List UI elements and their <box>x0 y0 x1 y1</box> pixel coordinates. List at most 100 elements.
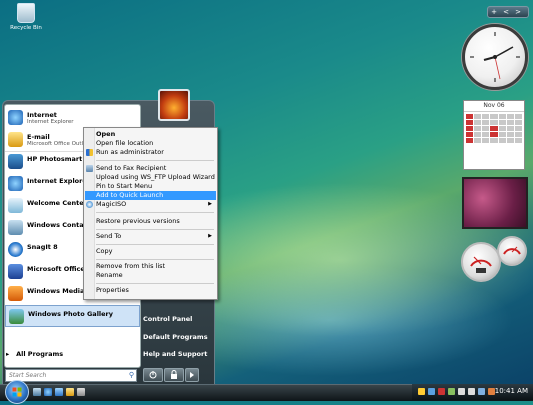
media-player-icon <box>8 286 23 301</box>
shield-icon <box>86 149 93 156</box>
default-programs-link[interactable]: Default Programs <box>142 329 211 345</box>
tray-icon[interactable] <box>418 388 425 395</box>
menu-item-label: Send To <box>96 232 122 240</box>
calendar-day <box>490 114 498 119</box>
recent-item-photo-gallery[interactable]: Windows Photo Gallery <box>5 305 140 327</box>
calendar-day <box>466 120 474 125</box>
add-gadget-button[interactable]: + <box>488 7 500 17</box>
submenu-arrow-icon: ▶ <box>208 201 212 207</box>
calendar-day <box>490 120 498 125</box>
menu-item-remove-from-list[interactable]: Remove from this list <box>85 262 216 271</box>
calendar-day <box>482 132 490 137</box>
tray-icon[interactable] <box>438 388 445 395</box>
system-tray: 10:41 AM <box>412 384 533 400</box>
calendar-day <box>482 120 490 125</box>
calendar-day <box>514 120 522 125</box>
search-icon: ⚲ <box>128 371 134 379</box>
menu-item-copy[interactable]: Copy <box>85 247 216 256</box>
calendar-day <box>498 126 506 131</box>
snagit-icon <box>8 242 23 257</box>
internet-explorer-quicklaunch-icon[interactable] <box>44 388 52 396</box>
network-icon[interactable] <box>458 388 465 395</box>
hp-photosmart-icon <box>8 154 23 169</box>
calendar-day <box>482 138 490 143</box>
calendar-month: Nov 06 <box>464 101 524 112</box>
menu-separator <box>96 244 214 245</box>
calendar-grid <box>464 112 524 145</box>
clock-time[interactable]: 10:41 AM <box>495 387 528 395</box>
menu-item-open-file-location[interactable]: Open file location <box>85 139 216 148</box>
calendar-day <box>466 132 474 137</box>
pinned-item-title: Internet <box>27 111 57 119</box>
menu-item-ws-ftp-upload[interactable]: Upload using WS_FTP Upload Wizard <box>85 173 216 182</box>
calendar-day <box>514 114 522 119</box>
arrow-right-icon <box>190 372 194 378</box>
tray-icon[interactable] <box>448 388 455 395</box>
menu-item-label: Restore previous versions <box>96 217 180 225</box>
all-programs-button[interactable]: ▸ All Programs <box>6 350 136 362</box>
internet-explorer-icon <box>8 110 23 125</box>
help-and-support-link[interactable]: Help and Support <box>142 346 211 362</box>
sidebar-controls: + < > <box>487 6 529 18</box>
menu-item-add-to-quick-launch[interactable]: Add to Quick Launch <box>85 191 216 200</box>
quicklaunch-app-icon[interactable] <box>77 388 85 396</box>
word-icon <box>8 264 23 279</box>
slideshow-gadget[interactable] <box>462 177 528 229</box>
clock-gadget[interactable] <box>462 24 528 90</box>
menu-item-open[interactable]: Open <box>85 130 216 139</box>
menu-item-label: Open file location <box>96 139 154 147</box>
fax-icon <box>86 165 93 172</box>
menu-item-label: MagicISO <box>96 200 127 208</box>
menu-item-properties[interactable]: Properties <box>85 286 216 295</box>
lock-button[interactable] <box>164 368 184 382</box>
start-button[interactable] <box>5 380 29 404</box>
menu-separator <box>96 212 214 213</box>
menu-separator <box>96 229 214 230</box>
cpu-meter-gadget[interactable] <box>461 236 527 284</box>
calendar-day <box>498 120 506 125</box>
search-placeholder: Start Search <box>9 372 47 379</box>
contacts-icon <box>8 220 23 235</box>
calendar-day <box>498 138 506 143</box>
menu-item-send-to[interactable]: Send To ▶ <box>85 232 216 241</box>
user-account-picture[interactable] <box>158 89 190 121</box>
volume-icon[interactable] <box>468 388 475 395</box>
switch-windows-icon[interactable] <box>55 388 63 396</box>
show-desktop-icon[interactable] <box>33 388 41 396</box>
next-gadgets-button[interactable]: > <box>512 7 524 17</box>
tray-icon[interactable] <box>428 388 435 395</box>
calendar-day <box>506 126 514 131</box>
menu-item-run-as-administrator[interactable]: Run as administrator <box>85 148 216 157</box>
recycle-bin[interactable]: Recycle Bin <box>6 3 46 31</box>
calendar-day <box>506 120 514 125</box>
menu-item-send-to-fax[interactable]: Send to Fax Recipient <box>85 164 216 173</box>
tray-icon[interactable] <box>478 388 485 395</box>
calendar-gadget[interactable]: Nov 06 <box>463 100 525 170</box>
menu-item-restore-previous-versions[interactable]: Restore previous versions <box>85 217 216 226</box>
menu-item-rename[interactable]: Rename <box>85 271 216 280</box>
calendar-day <box>474 138 482 143</box>
menu-item-pin-to-start[interactable]: Pin to Start Menu <box>85 182 216 191</box>
calendar-day <box>466 126 474 131</box>
recycle-bin-icon <box>17 3 35 23</box>
calendar-day <box>514 138 522 143</box>
submenu-arrow-icon: ▶ <box>208 233 212 239</box>
menu-item-label: Remove from this list <box>96 262 166 270</box>
arrow-right-icon: ▸ <box>6 350 10 358</box>
control-panel-link[interactable]: Control Panel <box>142 311 211 327</box>
calendar-day <box>490 126 498 131</box>
outlook-icon <box>8 132 23 147</box>
clock-face-icon <box>470 32 520 82</box>
lock-icon <box>171 370 177 379</box>
pinned-item-internet[interactable]: Internet Internet Explorer <box>5 107 140 129</box>
all-programs-label: All Programs <box>16 350 64 358</box>
previous-gadgets-button[interactable]: < <box>500 7 512 17</box>
menu-item-label: Pin to Start Menu <box>96 182 153 190</box>
calendar-day <box>490 138 498 143</box>
calendar-day <box>514 126 522 131</box>
power-button[interactable] <box>143 368 163 382</box>
menu-separator <box>96 283 214 284</box>
quicklaunch-app-icon[interactable] <box>66 388 74 396</box>
shutdown-options-button[interactable] <box>185 368 199 382</box>
menu-item-magiciso[interactable]: MagicISO ▶ <box>85 200 216 209</box>
